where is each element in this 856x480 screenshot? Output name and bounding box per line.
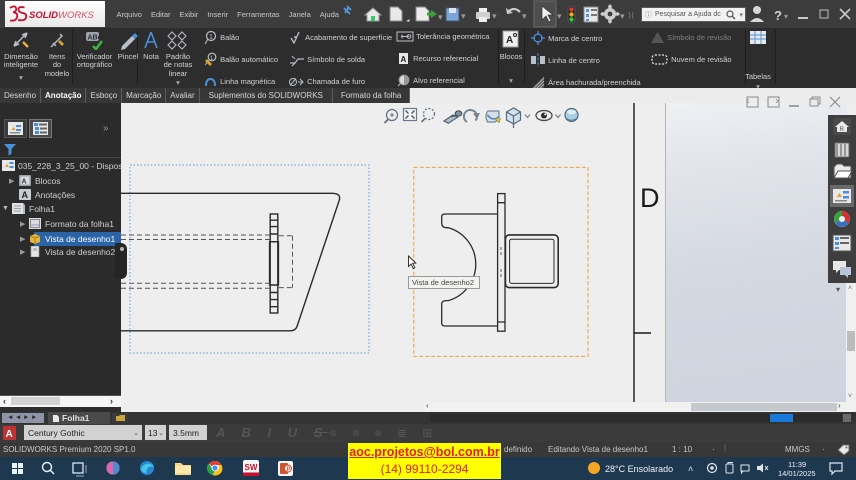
svg-text:28°C Ensolarado: 28°C Ensolarado <box>605 464 673 474</box>
svg-text:A: A <box>22 179 27 186</box>
svg-text:A: A <box>22 190 29 200</box>
svg-text:▾: ▾ <box>522 11 527 21</box>
svg-text:A: A <box>6 429 13 440</box>
svg-text:1: 1 <box>209 34 213 41</box>
svg-text:R: R <box>840 127 845 133</box>
svg-text:▾: ▾ <box>492 11 497 21</box>
svg-text:?: ? <box>774 8 782 23</box>
svg-text:14/01/2025: 14/01/2025 <box>778 469 816 478</box>
svg-text:P: P <box>287 467 291 473</box>
svg-text:▾: ▾ <box>557 11 562 21</box>
svg-text:SW: SW <box>245 463 258 472</box>
svg-text:▾: ▾ <box>784 12 788 21</box>
svg-text:WORKS: WORKS <box>58 10 95 21</box>
svg-text:⟩⟨: ⟩⟨ <box>628 11 634 20</box>
svg-text:˄: ˄ <box>688 464 693 474</box>
svg-text:SOLID: SOLID <box>29 10 58 21</box>
svg-text:A: A <box>401 55 407 64</box>
svg-text:ABc: ABc <box>87 35 101 42</box>
svg-text:▾: ▾ <box>620 11 625 21</box>
svg-text:D: D <box>640 183 660 213</box>
svg-text:11:39: 11:39 <box>788 460 806 469</box>
svg-text:▾: ▾ <box>461 11 466 21</box>
svg-text:A: A <box>506 35 513 46</box>
svg-text:▾: ▾ <box>438 12 443 22</box>
